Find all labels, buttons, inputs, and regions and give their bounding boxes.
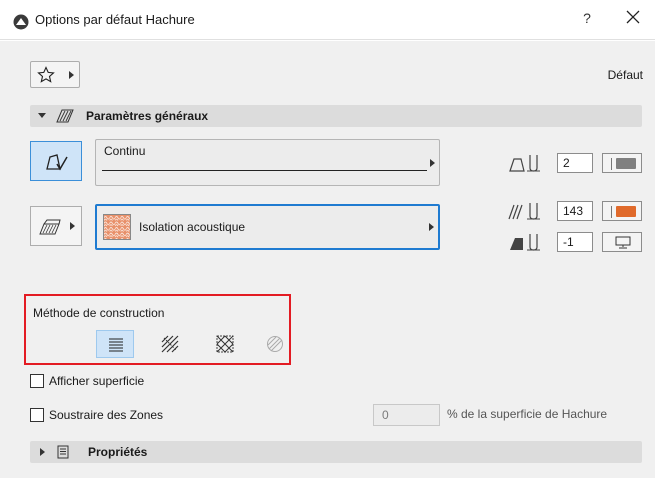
window-title: Options par défaut Hachure [35,12,195,27]
chevron-down-icon [38,113,46,118]
subtract-zones-checkbox-row[interactable]: Soustraire des Zones [30,407,210,425]
background-pen-icon [510,234,540,251]
section-header-properties[interactable]: Propriétés [30,441,642,463]
default-label: Défaut [607,68,643,82]
favorites-button[interactable] [30,61,80,88]
dialog-body: Défaut Paramètres généraux Continu 2 Iso… [0,41,655,478]
fill-pen-color-chip [616,206,636,217]
fill-pen-color-button[interactable] [602,201,642,221]
chevron-right-icon [40,448,45,456]
fill-pen-number[interactable]: 143 [557,201,593,221]
line-type-name: Continu [104,144,146,158]
chevron-right-icon [429,223,434,231]
outline-pen-color-chip [616,158,636,169]
section-title-properties: Propriétés [88,445,148,459]
method-crosshatch-pattern-option[interactable] [206,330,244,358]
background-pen-color-button[interactable] [602,232,642,252]
title-bar: Options par défaut Hachure ? [0,0,655,40]
subtract-zones-label: Soustraire des Zones [49,408,164,422]
outline-pen-icon [509,155,540,172]
polygon-outline-icon [46,154,68,171]
document-icon [57,445,69,459]
line-sample [102,170,427,171]
section-header-general[interactable]: Paramètres généraux [30,105,642,127]
hatch-section-icon [56,109,74,123]
fill-pen-icon [508,203,540,220]
chevron-right-icon [70,222,75,230]
fill-outline-toggle[interactable] [30,141,82,181]
subtract-zones-checkbox[interactable] [30,408,44,422]
custom-method-icon [267,336,283,352]
section-title-general: Paramètres généraux [86,109,209,123]
construction-method-label: Méthode de construction [33,306,165,320]
pen-color-divider [611,206,612,218]
lines-method-icon [109,338,123,352]
monitor-icon [615,236,631,249]
construction-method-group: Méthode de construction [24,294,291,365]
method-lines-option[interactable] [96,330,134,358]
fill-pattern-swatch [103,214,131,240]
subtract-zones-percent-label: % de la superficie de Hachure [447,407,608,421]
chevron-right-icon [430,159,435,167]
show-area-checkbox[interactable] [30,374,44,388]
crosshatch-method-icon [216,335,234,353]
method-hatch-pattern-option[interactable] [151,330,189,358]
fill-category-button[interactable] [30,206,82,246]
fill-type-selector[interactable]: Isolation acoustique [95,204,440,250]
hatch-method-icon [161,335,179,353]
background-pen-number[interactable]: -1 [557,232,593,252]
subtract-zones-percent-input[interactable]: 0 [373,404,440,426]
fill-type-name: Isolation acoustique [139,220,246,234]
method-custom-pattern-option[interactable] [256,330,294,358]
help-button[interactable]: ? [580,10,594,26]
app-logo-icon [13,14,29,30]
close-icon[interactable] [624,8,642,26]
line-type-selector[interactable]: Continu [95,139,440,186]
pen-color-divider [611,158,612,170]
star-icon [37,66,55,83]
show-area-checkbox-row[interactable]: Afficher superficie [30,373,190,391]
chevron-right-icon [69,71,74,79]
show-area-label: Afficher superficie [49,374,145,388]
outline-pen-number[interactable]: 2 [557,153,593,173]
cut-fill-icon [39,219,61,235]
outline-pen-color-button[interactable] [602,153,642,173]
